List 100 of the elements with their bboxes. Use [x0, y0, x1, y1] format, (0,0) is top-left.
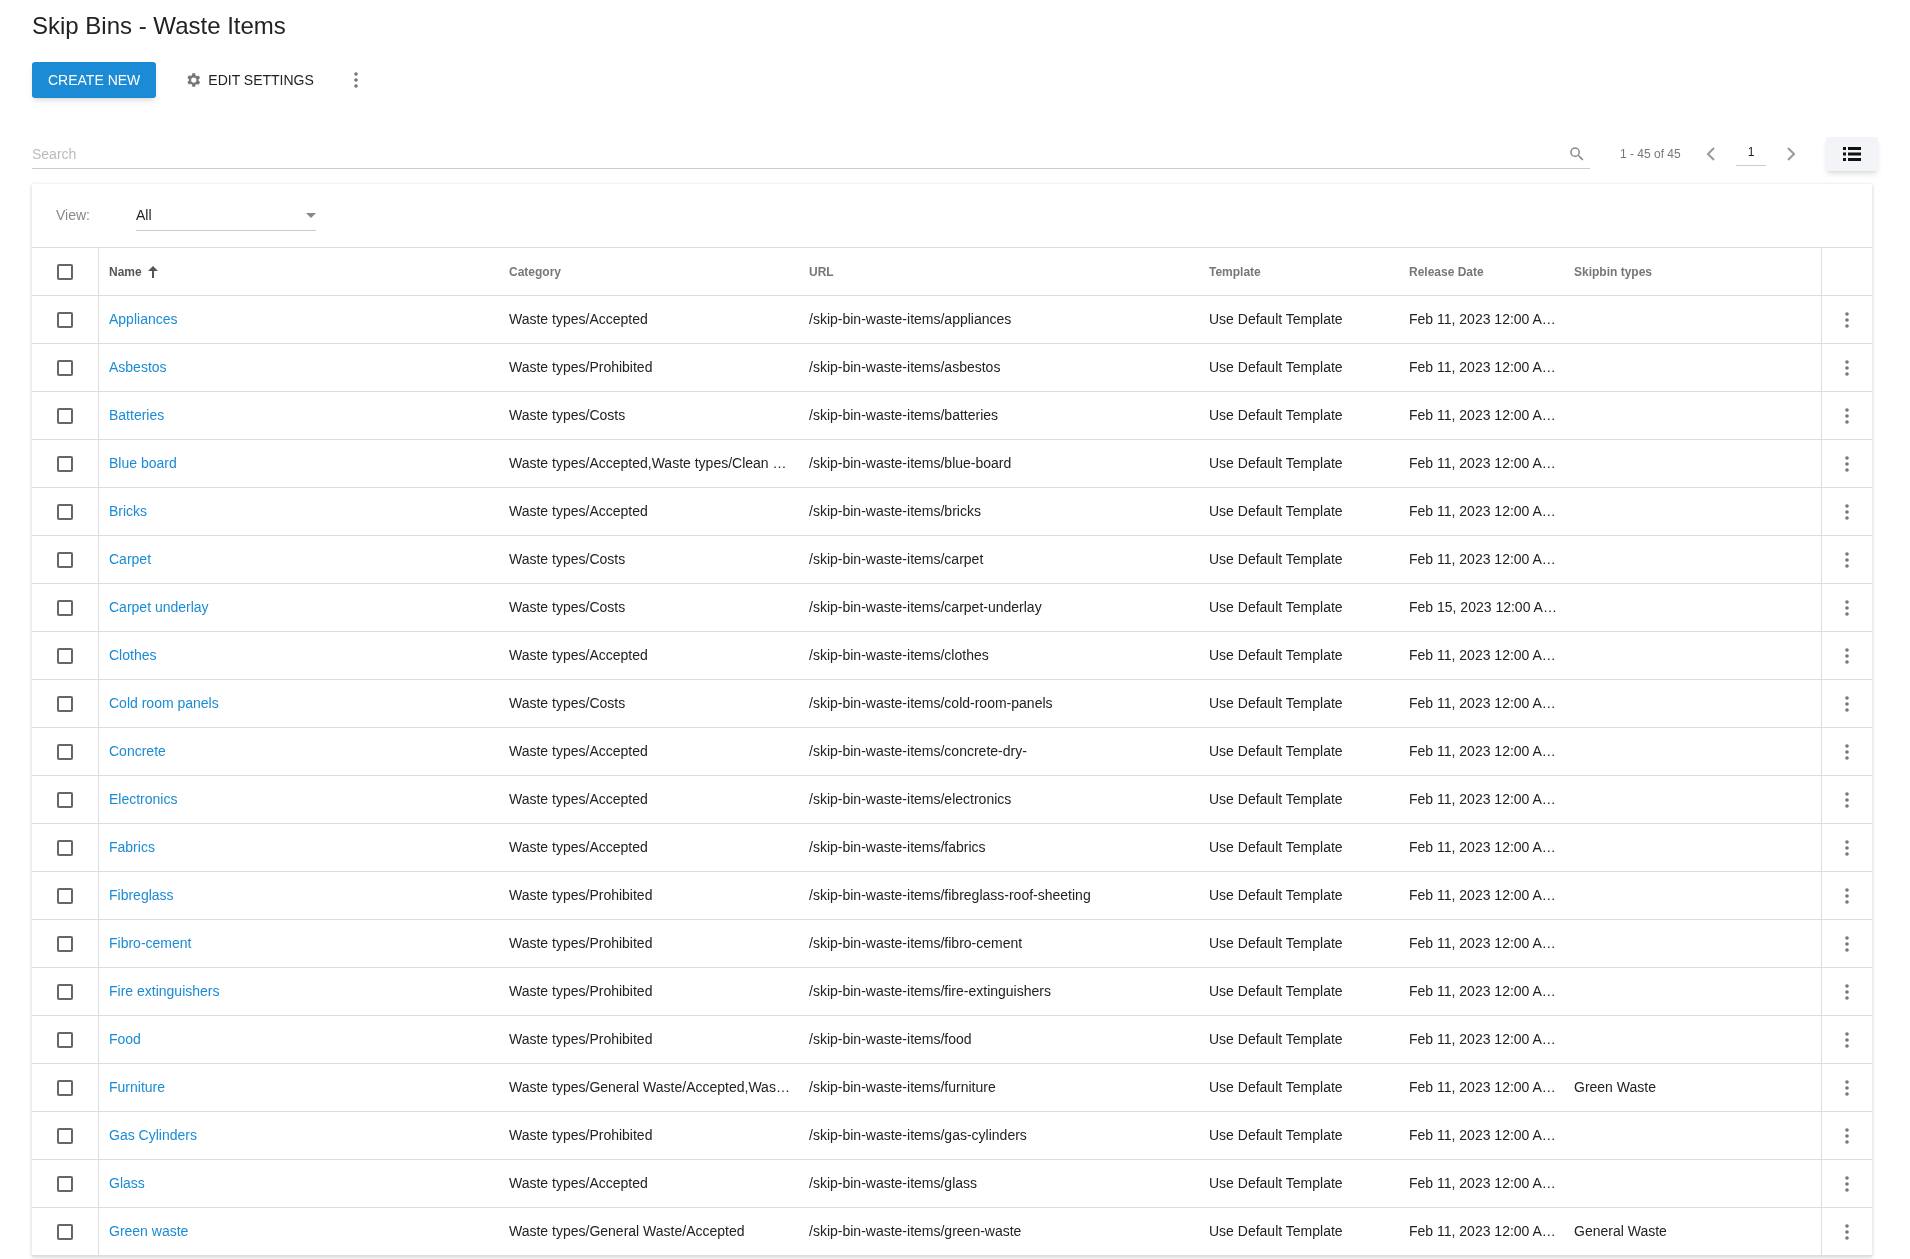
checkbox[interactable]: [57, 599, 73, 616]
more-options-icon[interactable]: [1845, 599, 1849, 616]
table-cell: Feb 11, 2023 12:00 A…: [1409, 647, 1556, 663]
more-options-icon[interactable]: [1845, 887, 1849, 904]
checkbox[interactable]: [57, 551, 73, 568]
table-cell: /skip-bin-waste-items/appliances: [809, 311, 1012, 327]
item-name-link[interactable]: Cold room panels: [109, 695, 219, 711]
table-cell: Use Default Template: [1209, 839, 1343, 855]
more-options-icon[interactable]: [1845, 1031, 1849, 1048]
checkbox[interactable]: [57, 839, 73, 856]
more-options-icon[interactable]: [1845, 695, 1849, 712]
page-number-field[interactable]: 1: [1736, 142, 1766, 166]
more-options-icon[interactable]: [1845, 743, 1849, 760]
list-view-button[interactable]: [1826, 137, 1878, 171]
table-cell: /skip-bin-waste-items/carpet: [809, 551, 984, 567]
item-name-link[interactable]: Green waste: [109, 1223, 189, 1239]
item-name-link[interactable]: Gas Cylinders: [109, 1127, 197, 1143]
table-cell: /skip-bin-waste-items/concrete-dry-: [809, 743, 1027, 759]
more-options-icon[interactable]: [1845, 407, 1849, 424]
checkbox[interactable]: [57, 647, 73, 664]
item-name-link[interactable]: Asbestos: [109, 359, 167, 375]
more-options-icon[interactable]: [1845, 1175, 1849, 1192]
more-options-icon[interactable]: [1845, 647, 1849, 664]
table-cell: Waste types/Prohibited: [509, 887, 653, 903]
item-name-link[interactable]: Fire extinguishers: [109, 983, 220, 999]
item-name-link[interactable]: Food: [109, 1031, 141, 1047]
more-options-icon[interactable]: [1845, 983, 1849, 1000]
checkbox[interactable]: [57, 1175, 73, 1192]
table-cell: Waste types/Accepted: [509, 311, 648, 327]
table-cell: /skip-bin-waste-items/carpet-underlay: [809, 599, 1042, 615]
more-options-icon[interactable]: [1845, 1127, 1849, 1144]
chevron-left-icon[interactable]: [1706, 147, 1716, 161]
dropdown-caret-icon: [306, 212, 316, 218]
table-cell: Use Default Template: [1209, 503, 1343, 519]
table-cell: /skip-bin-waste-items/clothes: [809, 647, 989, 663]
table-cell: /skip-bin-waste-items/asbestos: [809, 359, 1001, 375]
chevron-right-icon[interactable]: [1786, 147, 1796, 161]
more-options-icon[interactable]: [1845, 359, 1849, 376]
item-name-link[interactable]: Carpet underlay: [109, 599, 209, 615]
more-options-icon[interactable]: [1845, 839, 1849, 856]
table-cell: Feb 11, 2023 12:00 A…: [1409, 791, 1556, 807]
item-name-link[interactable]: Glass: [109, 1175, 145, 1191]
table-cell: /skip-bin-waste-items/fabrics: [809, 839, 986, 855]
view-dropdown[interactable]: All: [136, 200, 316, 231]
column-header[interactable]: Template: [1209, 262, 1261, 281]
item-name-link[interactable]: Bricks: [109, 503, 148, 519]
create-new-button[interactable]: CREATE NEW: [32, 62, 157, 98]
table-cell: Feb 11, 2023 12:00 A…: [1409, 1127, 1556, 1143]
table-cell: Waste types/Costs: [509, 551, 626, 567]
item-name-link[interactable]: Blue board: [109, 455, 177, 471]
column-header[interactable]: Skipbin types: [1574, 262, 1653, 281]
checkbox[interactable]: [57, 791, 73, 808]
checkbox[interactable]: [57, 695, 73, 712]
checkbox[interactable]: [57, 743, 73, 760]
item-name-link[interactable]: Batteries: [109, 407, 165, 423]
checkbox[interactable]: [57, 407, 73, 424]
item-name-link[interactable]: Fibro-cement: [109, 935, 192, 951]
table-cell: /skip-bin-waste-items/furniture: [809, 1079, 996, 1095]
item-name-link[interactable]: Fabrics: [109, 839, 155, 855]
checkbox[interactable]: [57, 455, 73, 472]
item-name-link[interactable]: Clothes: [109, 647, 157, 663]
checkbox[interactable]: [57, 263, 73, 280]
item-name-link[interactable]: Appliances: [109, 311, 178, 327]
more-options-icon[interactable]: [1845, 935, 1849, 952]
edit-settings-button[interactable]: EDIT SETTINGS: [180, 62, 318, 98]
checkbox[interactable]: [57, 887, 73, 904]
table-cell: Waste types/Accepted: [509, 743, 648, 759]
item-name-link[interactable]: Carpet: [109, 551, 152, 567]
checkbox[interactable]: [57, 1031, 73, 1048]
more-options-icon[interactable]: [1845, 455, 1849, 472]
column-header[interactable]: Release Date: [1409, 262, 1484, 281]
checkbox[interactable]: [57, 359, 73, 376]
checkbox[interactable]: [57, 1079, 73, 1096]
checkbox[interactable]: [57, 1223, 73, 1240]
item-name-link[interactable]: Fibreglass: [109, 887, 174, 903]
more-options-icon[interactable]: [1845, 1223, 1849, 1240]
checkbox[interactable]: [57, 983, 73, 1000]
table-cell: Use Default Template: [1209, 935, 1343, 951]
more-options-icon[interactable]: [1845, 551, 1849, 568]
checkbox[interactable]: [57, 503, 73, 520]
table-cell: Use Default Template: [1209, 407, 1343, 423]
search-icon[interactable]: [1568, 145, 1586, 163]
column-header[interactable]: Category: [509, 262, 561, 281]
more-options-icon[interactable]: [1845, 503, 1849, 520]
search-field[interactable]: Search: [32, 139, 1590, 169]
checkbox[interactable]: [57, 935, 73, 952]
column-header[interactable]: Name: [109, 262, 142, 281]
more-options-icon[interactable]: [1845, 311, 1849, 328]
table-cell: /skip-bin-waste-items/electronics: [809, 791, 1012, 807]
table-cell: Feb 11, 2023 12:00 A…: [1409, 1175, 1556, 1191]
more-options-icon[interactable]: [1845, 791, 1849, 808]
item-name-link[interactable]: Furniture: [109, 1079, 166, 1095]
more-options-icon[interactable]: [1845, 1079, 1849, 1096]
checkbox[interactable]: [57, 1127, 73, 1144]
column-header[interactable]: URL: [809, 262, 834, 281]
item-name-link[interactable]: Electronics: [109, 791, 178, 807]
table-cell: Waste types/Accepted: [509, 647, 648, 663]
more-options-icon[interactable]: [353, 72, 358, 88]
item-name-link[interactable]: Concrete: [109, 743, 166, 759]
checkbox[interactable]: [57, 311, 73, 328]
